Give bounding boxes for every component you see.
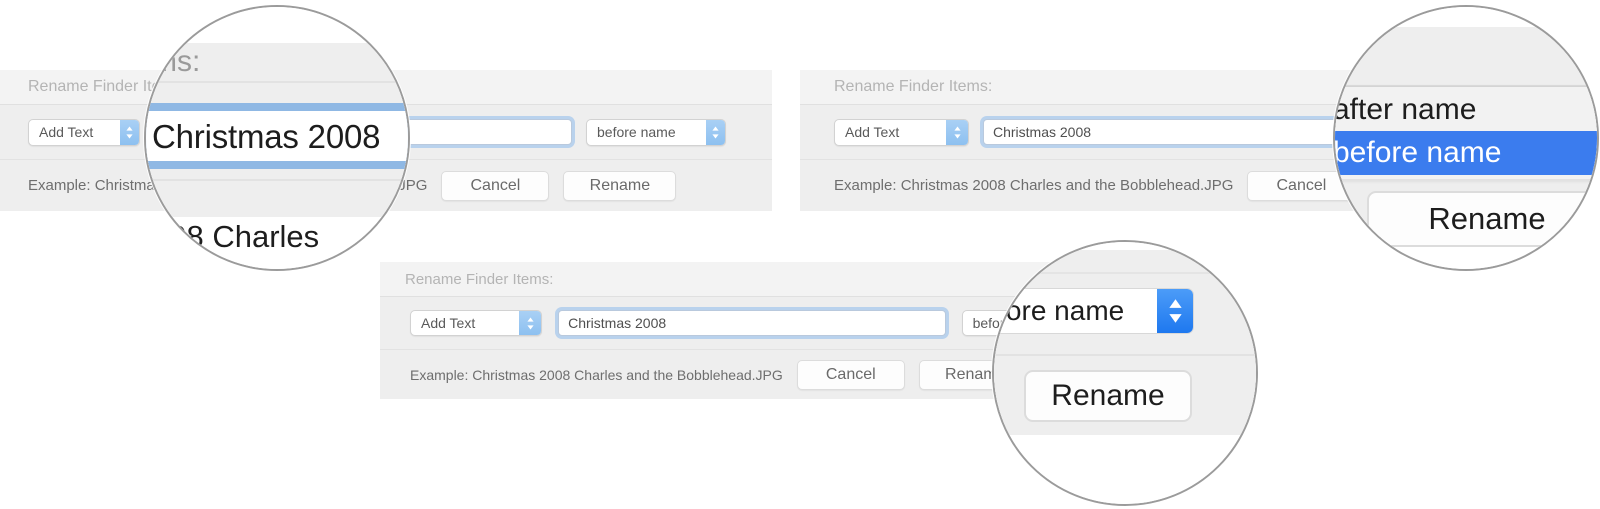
magnified-row-divider: [994, 354, 1256, 356]
operation-popup-top-left[interactable]: Add Text: [28, 118, 140, 146]
menu-item-label: before name: [1333, 136, 1502, 169]
cancel-button-top-left[interactable]: Cancel: [441, 170, 550, 201]
magnifier-content: after name before name Rename: [1333, 7, 1597, 269]
up-down-chevron-icon[interactable]: [946, 119, 968, 145]
cancel-button-label: Cancel: [470, 176, 521, 194]
operation-popup-bottom[interactable]: Add Text: [410, 310, 543, 336]
example-filename-label: Example: Christmas 2008 Charles and the …: [410, 366, 783, 383]
operation-popup-top-right[interactable]: Add Text: [834, 118, 969, 146]
screenshot-stage: Rename Finder Items: Add Text Christmas …: [0, 0, 1600, 509]
operation-popup-value: Add Text: [39, 124, 94, 140]
rename-text-input-bottom[interactable]: Christmas 2008: [558, 310, 946, 336]
sheet-control-row: Add Text Christmas 2008 before name: [380, 297, 1100, 350]
magnified-rename-label: Rename: [1428, 201, 1546, 236]
magnified-sheet-divider: [994, 272, 1256, 274]
up-down-chevron-icon[interactable]: [120, 119, 139, 145]
magnified-rename-button[interactable]: Rename: [1367, 191, 1597, 247]
magnifier-bottom-right: before name el Rename: [992, 240, 1258, 506]
example-filename-label: Example: Christmas 2008 Charles and the …: [834, 177, 1234, 194]
magnified-position-popup[interactable]: before name: [994, 288, 1194, 334]
magnified-rename-label: Rename: [1051, 379, 1165, 412]
menu-item-before-name[interactable]: before name: [1333, 131, 1597, 175]
magnified-row-divider: [146, 179, 408, 181]
menu-item-label: after name: [1333, 93, 1477, 126]
up-down-chevron-icon[interactable]: [706, 119, 725, 145]
cancel-button-bottom[interactable]: Cancel: [796, 359, 905, 390]
magnifier-top-right: after name before name Rename: [1333, 5, 1599, 271]
magnifier-content: before name el Rename: [994, 242, 1256, 504]
up-down-chevron-icon[interactable]: [1157, 289, 1193, 333]
magnified-footer-divider: [1335, 179, 1597, 181]
magnified-title-fragment: ms:: [152, 45, 201, 78]
rename-text-input-value: Christmas 2008: [993, 124, 1092, 140]
magnifier-top-left: ms: Christmas 2008 008 Charles: [144, 5, 410, 271]
cancel-button-label: Cancel: [1276, 176, 1327, 194]
position-popup-value: before name: [597, 124, 676, 140]
page-title: Rename Finder Items:: [834, 78, 993, 95]
operation-popup-value: Add Text: [421, 315, 476, 331]
magnifier-content: ms: Christmas 2008 008 Charles: [146, 7, 408, 269]
magnified-rename-button[interactable]: Rename: [1024, 370, 1192, 422]
sheet-title-row: Rename Finder Items:: [380, 262, 1100, 297]
position-popup-top-left[interactable]: before name: [586, 118, 726, 146]
rename-button-label: Rename: [589, 176, 651, 194]
magnified-title-divider: [146, 81, 408, 83]
rename-text-input-value: Christmas 2008: [568, 315, 667, 331]
operation-popup-value: Add Text: [845, 124, 900, 140]
magnified-cancel-button[interactable]: [1335, 191, 1347, 247]
cancel-button-label: Cancel: [825, 365, 876, 383]
magnified-position-value: before name: [994, 295, 1125, 326]
rename-button-top-left[interactable]: Rename: [563, 170, 677, 201]
menu-item-after-name[interactable]: after name: [1333, 89, 1597, 131]
magnified-text-field-value: Christmas 2008: [152, 118, 381, 155]
magnified-example-fragment: 008 Charles: [152, 219, 320, 254]
up-down-chevron-icon[interactable]: [519, 311, 542, 335]
page-title: Rename Finder Items:: [405, 270, 554, 288]
